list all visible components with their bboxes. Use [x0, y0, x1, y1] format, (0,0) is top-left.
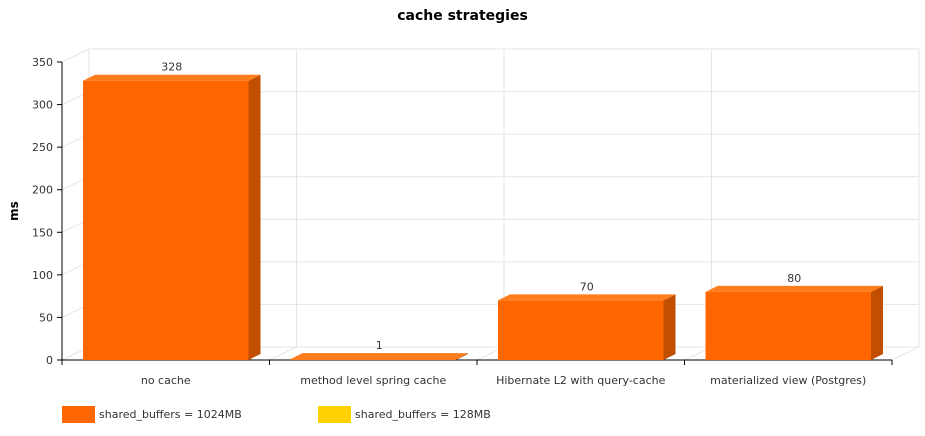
bar-side: [663, 294, 676, 360]
legend-item-1024mb[interactable]: shared_buffers = 1024MB: [62, 406, 242, 423]
bar: [83, 74, 261, 360]
bar-top: [83, 74, 261, 81]
bar-front: [83, 80, 249, 360]
y-axis-title: ms: [7, 201, 21, 221]
legend-swatch-128mb: [318, 406, 351, 423]
y-tick-label: 50: [39, 311, 53, 324]
bars-layer: [83, 74, 883, 360]
legend-label-1024mb: shared_buffers = 1024MB: [99, 408, 242, 421]
legend-swatch-1024mb: [62, 406, 95, 423]
y-tick-label: 150: [32, 226, 53, 239]
bar-top: [290, 353, 468, 360]
bar-side: [871, 285, 883, 360]
y-tick-label: 100: [32, 269, 53, 282]
data-label: 80: [787, 272, 801, 285]
gridline-x: [269, 49, 297, 361]
bar: [705, 285, 883, 360]
x-tick-label: no cache: [141, 374, 191, 387]
y-tick-label: 200: [32, 184, 53, 197]
legend-item-128mb[interactable]: shared_buffers = 128MB: [318, 406, 491, 423]
x-tick-label: Hibernate L2 with query-cache: [496, 374, 665, 387]
bar-top: [498, 294, 676, 301]
bar-front: [498, 300, 664, 360]
y-tick-label: 300: [32, 99, 53, 112]
y-tick-label: 250: [32, 141, 53, 154]
x-tick-label: materialized view (Postgres): [710, 374, 866, 387]
legend: shared_buffers = 1024MB shared_buffers =…: [62, 406, 882, 426]
y-tick-label: 0: [46, 354, 53, 367]
data-label: 1: [376, 339, 383, 352]
data-label: 328: [161, 61, 182, 74]
data-label: 70: [580, 280, 594, 293]
x-tick-label: method level spring cache: [300, 374, 446, 387]
bar-top: [705, 285, 883, 292]
bar-chart: 0 50 100 150 200 250 300 350 ms 328 no cache 1 metho…: [7, 48, 920, 387]
y-tick-label: 350: [32, 56, 53, 69]
bar-front: [705, 291, 871, 360]
gridline-y: [61, 48, 919, 63]
bar: [290, 353, 468, 360]
legend-label-128mb: shared_buffers = 128MB: [355, 408, 491, 421]
bar-front: [290, 359, 456, 360]
bar: [498, 294, 676, 360]
bar-side: [248, 74, 261, 360]
